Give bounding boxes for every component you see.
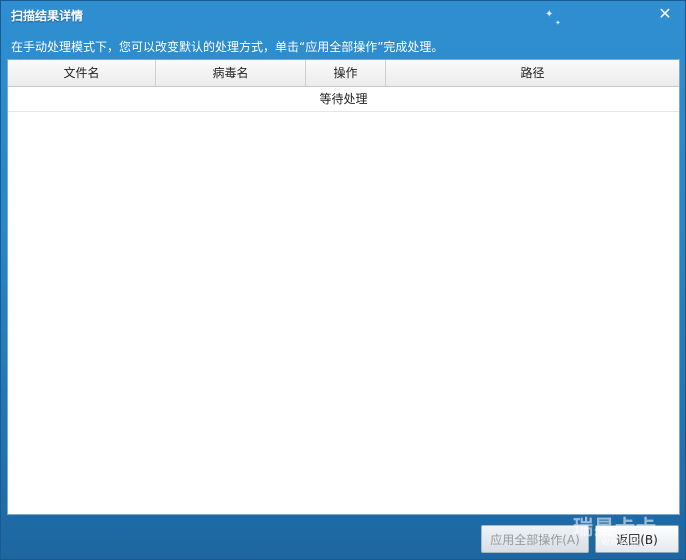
- close-icon[interactable]: ✕: [657, 6, 673, 22]
- column-header-virus-name[interactable]: 病毒名: [156, 60, 306, 86]
- results-table: 文件名 病毒名 操作 路径 等待处理: [7, 59, 680, 515]
- sparkle-icon: ✦: [545, 9, 554, 20]
- back-button[interactable]: 返回(B): [595, 525, 679, 553]
- status-row: 等待处理: [8, 87, 679, 112]
- column-header-action[interactable]: 操作: [306, 60, 386, 86]
- scan-result-dialog: 扫描结果详情 ✦ ✦ ✕ 在手动处理模式下，您可以改变默认的处理方式，单击“应用…: [0, 0, 686, 560]
- apply-all-button[interactable]: 应用全部操作(A): [481, 525, 589, 553]
- column-header-path[interactable]: 路径: [386, 60, 679, 86]
- sparkle-icon: ✦: [555, 19, 561, 27]
- dialog-title: 扫描结果详情: [11, 9, 84, 23]
- instruction-text: 在手动处理模式下，您可以改变默认的处理方式，单击“应用全部操作”完成处理。: [11, 40, 444, 54]
- title-bar[interactable]: 扫描结果详情 ✦ ✦ ✕: [1, 1, 685, 29]
- table-header: 文件名 病毒名 操作 路径: [8, 60, 679, 87]
- column-header-filename[interactable]: 文件名: [8, 60, 156, 86]
